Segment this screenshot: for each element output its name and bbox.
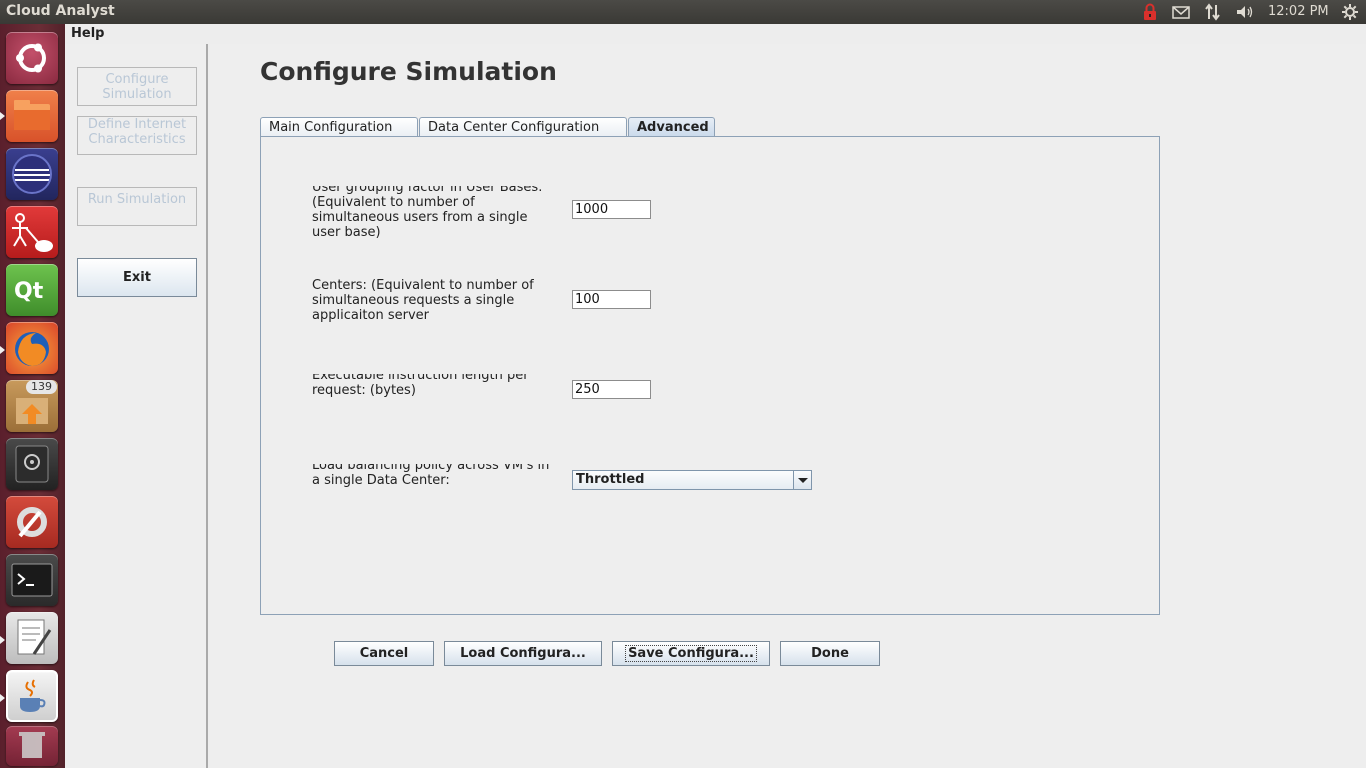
save-configuration-button[interactable]: Save Configura... — [612, 641, 770, 666]
running-indicator — [0, 112, 5, 120]
tab-data-center-configuration[interactable]: Data Center Configuration — [419, 117, 627, 137]
load-balancing-policy-select[interactable]: Throttled — [572, 470, 812, 490]
lock-icon[interactable] — [1142, 3, 1158, 21]
left-nav-panel: Configure Simulation Define Internet Cha… — [65, 44, 208, 768]
instruction-length-input[interactable] — [572, 380, 651, 399]
top-panel: Cloud Analyst 12:02 PM — [0, 0, 1366, 24]
eclipse-icon[interactable] — [6, 148, 58, 200]
qt-creator-icon[interactable]: Qt — [6, 264, 58, 316]
instruction-length-label-container: Executable instruction length per reques… — [312, 374, 557, 410]
configure-simulation-button[interactable]: Configure Simulation — [77, 67, 197, 106]
cancel-button[interactable]: Cancel — [334, 641, 434, 666]
system-settings-icon[interactable] — [6, 496, 58, 548]
define-internet-characteristics-button[interactable]: Define Internet Characteristics — [77, 116, 197, 155]
chevron-down-icon[interactable] — [793, 471, 811, 489]
tab-main-configuration[interactable]: Main Configuration — [260, 117, 418, 137]
app-window: Help Configure Simulation Define Interne… — [65, 24, 1366, 768]
network-icon[interactable] — [1204, 3, 1222, 21]
request-grouping-factor-input[interactable] — [572, 290, 651, 309]
request-grouping-label-container: Request grouping factor in Data Centers:… — [312, 278, 557, 356]
java-icon[interactable] — [6, 670, 58, 722]
app-title: Cloud Analyst — [6, 3, 115, 19]
load-balancing-policy-value: Throttled — [576, 472, 645, 487]
mail-icon[interactable] — [1172, 3, 1190, 21]
running-indicator — [0, 346, 5, 354]
menu-bar: Help — [65, 24, 1366, 44]
text-editor-icon[interactable] — [6, 612, 58, 664]
main-content: Configure Simulation Main Configuration … — [210, 44, 1366, 768]
done-button[interactable]: Done — [780, 641, 880, 666]
running-indicator — [0, 636, 5, 644]
exit-button[interactable]: Exit — [77, 258, 197, 297]
load-configuration-button[interactable]: Load Configura... — [444, 641, 602, 666]
tab-advanced[interactable]: Advanced — [628, 117, 715, 138]
instruction-length-label: Executable instruction length per reques… — [312, 374, 529, 398]
volume-icon[interactable] — [1235, 3, 1255, 21]
request-grouping-label: Request grouping factor in Data Centers:… — [312, 278, 534, 323]
launcher: Qt 139 — [0, 24, 65, 768]
load-balancing-label-container: Load balancing policy across VM's in a s… — [312, 464, 557, 500]
user-grouping-label: User grouping factor in User Bases: (Equ… — [312, 186, 543, 240]
user-grouping-label-container: User grouping factor in User Bases: (Equ… — [312, 186, 557, 250]
files-icon[interactable] — [6, 90, 58, 142]
uml-tool-icon[interactable] — [6, 206, 58, 258]
software-updater-icon[interactable]: 139 — [6, 380, 58, 432]
ubuntu-dash-icon[interactable] — [6, 32, 58, 84]
terminal-icon[interactable] — [6, 554, 58, 606]
running-indicator — [0, 694, 5, 702]
svg-text:Qt: Qt — [14, 279, 44, 304]
trash-icon[interactable] — [6, 726, 58, 766]
clock[interactable]: 12:02 PM — [1268, 4, 1329, 22]
update-count-badge: 139 — [26, 380, 57, 394]
run-simulation-button[interactable]: Run Simulation — [77, 187, 197, 226]
firefox-icon[interactable] — [6, 322, 58, 374]
page-title: Configure Simulation — [260, 57, 557, 86]
user-grouping-factor-input[interactable] — [572, 200, 651, 219]
disk-icon[interactable] — [6, 438, 58, 490]
save-configuration-label: Save Configura... — [625, 645, 757, 662]
settings-gear-icon[interactable] — [1341, 3, 1359, 21]
menu-help[interactable]: Help — [71, 26, 104, 41]
load-balancing-label: Load balancing policy across VM's in a s… — [312, 464, 550, 488]
advanced-tab-panel: User grouping factor in User Bases: (Equ… — [260, 136, 1160, 615]
